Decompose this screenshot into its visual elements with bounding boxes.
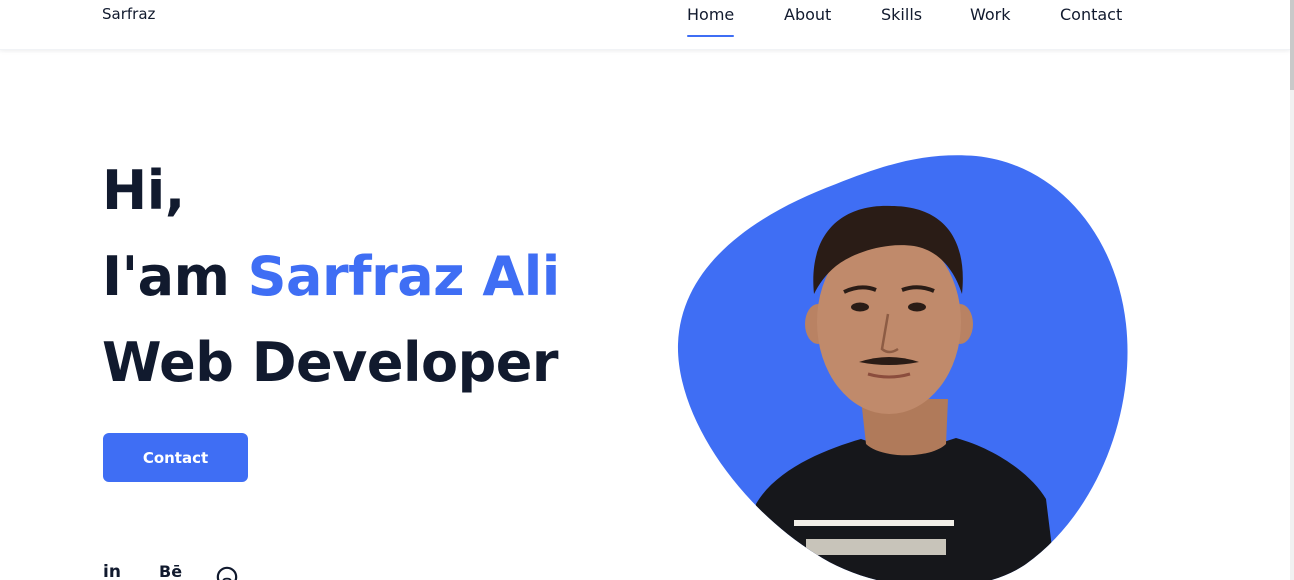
hero-intro: I'am Sarfraz Ali <box>102 234 560 320</box>
behance-icon[interactable]: Bē <box>159 562 182 580</box>
main-nav: Home About Skills Work Contact <box>0 5 1290 45</box>
page: Sarfraz Home About Skills Work Contact H… <box>0 0 1294 580</box>
nav-about[interactable]: About <box>784 5 831 24</box>
hero-greeting: Hi, <box>102 159 185 222</box>
hero-intro-prefix: I'am <box>102 245 230 308</box>
hero-heading: Hi, I'am Sarfraz Ali Web Developer <box>102 148 560 406</box>
page-scrollbar[interactable] <box>1290 0 1294 580</box>
nav-work[interactable]: Work <box>970 5 1011 24</box>
site-header: Sarfraz Home About Skills Work Contact <box>0 0 1290 50</box>
github-icon[interactable] <box>216 562 238 580</box>
hero-role: Web Developer <box>102 331 559 394</box>
nav-skills[interactable]: Skills <box>881 5 922 24</box>
portrait-svg <box>677 155 1128 580</box>
hero-portrait-blob <box>676 154 1128 580</box>
hero-name: Sarfraz Ali <box>247 245 561 308</box>
nav-home[interactable]: Home <box>687 5 735 37</box>
hero-contact-button[interactable]: Contact <box>103 433 248 482</box>
linkedin-icon[interactable]: in <box>103 562 121 580</box>
nav-contact[interactable]: Contact <box>1060 5 1122 24</box>
scrollbar-thumb[interactable] <box>1290 0 1294 90</box>
